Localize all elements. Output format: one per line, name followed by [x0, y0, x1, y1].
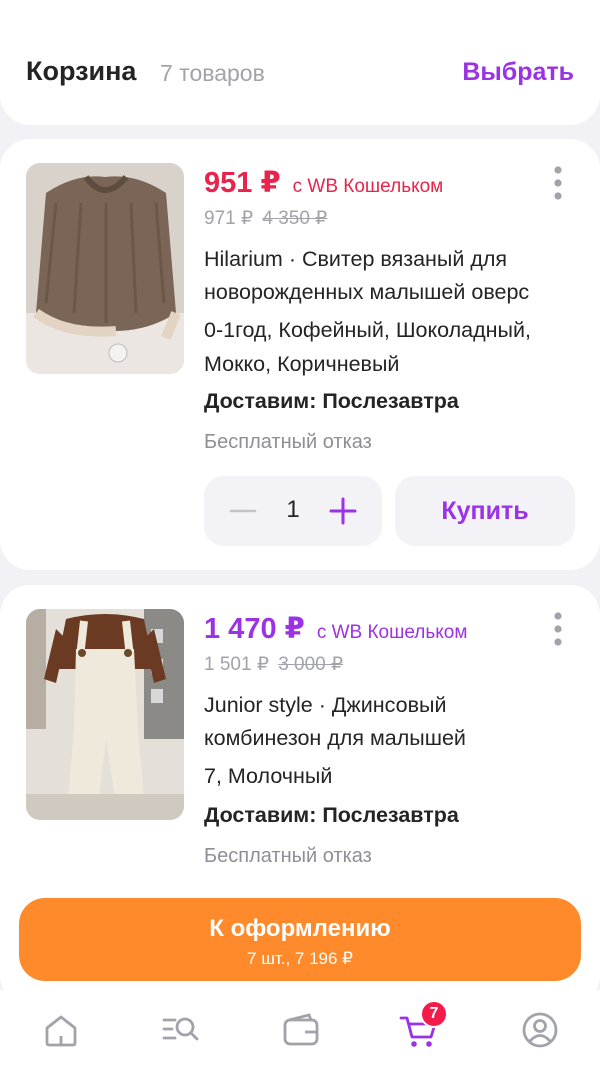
checkout-label: К оформлению [209, 915, 391, 942]
price-with-wallet: 1 470 ₽ [204, 613, 305, 645]
old-prices: 1 501 ₽ 3 000 ₽ [204, 653, 343, 676]
quantity-value: 1 [286, 496, 300, 523]
minus-icon[interactable] [228, 496, 258, 526]
more-options-icon[interactable] [546, 165, 570, 201]
product-name-line: комбинезон для малышей [204, 726, 466, 750]
variant-line: 0-1год, Кофейный, Шоколадный, [204, 318, 531, 342]
delivery-info: Доставим: Послезавтра [204, 389, 459, 413]
product-variant: 0-1год, Кофейный, Шоколадный, Мокко, Кор… [204, 313, 584, 381]
price-with-wallet: 951 ₽ [204, 167, 281, 199]
product-name-line: Junior style · Джинсовый [204, 693, 447, 717]
product-variant: 7, Молочный [204, 764, 333, 788]
free-refusal-label: Бесплатный отказ [204, 431, 372, 453]
checkout-summary: 7 шт., 7 196 ₽ [247, 949, 353, 968]
cart-count-badge: 7 [420, 1000, 448, 1028]
product-image-overalls[interactable] [26, 609, 184, 820]
catalog-search-icon[interactable] [161, 1010, 201, 1050]
page-title: Корзина [26, 56, 137, 86]
profile-icon[interactable] [520, 1010, 560, 1050]
wallet-icon[interactable] [281, 1010, 321, 1050]
old-price: 4 350 ₽ [262, 208, 328, 229]
bottom-navigation: 7 [0, 990, 600, 1066]
old-price: 3 000 ₽ [278, 654, 344, 675]
quantity-stepper: 1 [204, 476, 382, 546]
product-name-line: новорожденных малышей оверс [204, 280, 530, 304]
buy-button[interactable]: Купить [395, 476, 575, 546]
product-name[interactable]: Hilarium · Свитер вязаный для новорожден… [204, 243, 576, 309]
more-options-icon[interactable] [546, 611, 570, 647]
product-name-line: Hilarium · Свитер вязаный для [204, 247, 508, 271]
product-image-sweater[interactable] [26, 163, 184, 374]
plus-icon[interactable] [328, 496, 358, 526]
wallet-label: с WB Кошельком [316, 622, 468, 643]
variant-line: Мокко, Коричневый [204, 352, 400, 376]
product-name[interactable]: Junior style · Джинсовый комбинезон для … [204, 689, 576, 755]
wallet-label: с WB Кошельком [292, 176, 444, 197]
items-count: 7 товаров [160, 60, 265, 86]
price-block: 1 470 ₽ с WB Кошельком [204, 611, 467, 646]
select-button[interactable]: Выбрать [462, 58, 574, 87]
home-icon[interactable] [41, 1010, 81, 1050]
free-refusal-label: Бесплатный отказ [204, 845, 372, 867]
price-no-wallet: 971 ₽ [204, 208, 254, 229]
old-prices: 971 ₽ 4 350 ₽ [204, 207, 327, 230]
delivery-info: Доставим: Послезавтра [204, 803, 459, 827]
cart-header: Корзина 7 товаров Выбрать [0, 0, 600, 125]
price-block: 951 ₽ с WB Кошельком [204, 165, 443, 200]
price-no-wallet: 1 501 ₽ [204, 654, 269, 675]
cart-item: 951 ₽ с WB Кошельком 971 ₽ 4 350 ₽ Hilar… [0, 139, 600, 570]
checkout-button[interactable]: К оформлению 7 шт., 7 196 ₽ [19, 898, 581, 981]
